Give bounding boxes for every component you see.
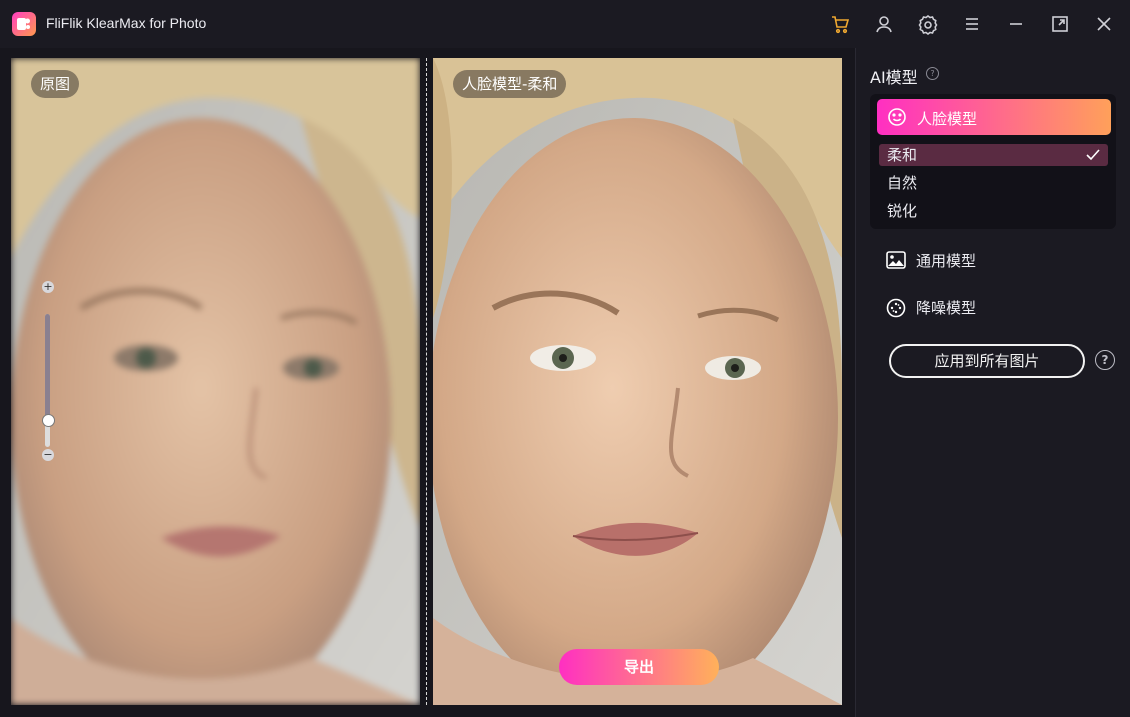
menu-icon[interactable]	[961, 13, 983, 35]
maximize-icon[interactable]	[1049, 13, 1071, 35]
original-label: 原图	[31, 70, 80, 98]
gear-icon[interactable]	[917, 13, 939, 35]
zoom-slider-fill	[45, 314, 50, 421]
app-title: FliFlik KlearMax for Photo	[46, 15, 207, 31]
apply-help-icon[interactable]: ?	[1095, 350, 1115, 370]
ai-model-title: AI模型	[870, 68, 918, 87]
option-soft[interactable]: 柔和	[879, 144, 1108, 166]
zoom-slider-track[interactable]	[45, 314, 50, 447]
app-logo-icon	[12, 12, 36, 36]
option-natural[interactable]: 自然	[879, 172, 1108, 194]
image-icon	[886, 251, 906, 269]
option-soft-label: 柔和	[887, 146, 918, 164]
face-model-group: 人脸模型 柔和 自然 锐化	[870, 94, 1116, 229]
cart-icon[interactable]	[829, 13, 851, 35]
original-photo	[11, 58, 420, 705]
settings-panel: AI模型 ? 人脸模型 柔和 自然 锐化 通用模型 降噪模型 应用到所有图片 ?	[855, 48, 1130, 717]
close-icon[interactable]	[1093, 13, 1115, 35]
enhanced-label: 人脸模型-柔和	[453, 70, 567, 98]
denoise-model-label: 降噪模型	[916, 299, 977, 317]
zoom-out-button[interactable]: −	[42, 449, 54, 461]
enhanced-photo	[433, 58, 842, 705]
option-sharpen-label: 锐化	[887, 202, 918, 220]
original-image-pane: 原图 + −	[11, 58, 420, 705]
enhanced-image-pane: 人脸模型-柔和	[433, 58, 842, 705]
title-bar: FliFlik KlearMax for Photo	[0, 0, 1130, 48]
face-model-button[interactable]: 人脸模型	[877, 99, 1111, 135]
help-icon[interactable]: ?	[926, 67, 939, 80]
compare-divider[interactable]	[426, 58, 427, 705]
image-viewer: 原图 + − 人脸模型-柔和 导出	[0, 48, 855, 717]
export-button[interactable]: 导出	[559, 649, 719, 685]
user-icon[interactable]	[873, 13, 895, 35]
denoise-icon	[886, 298, 906, 318]
smile-icon	[888, 108, 906, 126]
check-icon	[1086, 149, 1100, 161]
general-model-label: 通用模型	[916, 252, 977, 270]
minimize-icon[interactable]	[1005, 13, 1027, 35]
option-sharpen[interactable]: 锐化	[879, 200, 1108, 222]
option-natural-label: 自然	[887, 174, 918, 192]
zoom-in-button[interactable]: +	[42, 281, 54, 293]
apply-to-all-button[interactable]: 应用到所有图片	[889, 344, 1085, 378]
face-model-label: 人脸模型	[917, 110, 978, 128]
